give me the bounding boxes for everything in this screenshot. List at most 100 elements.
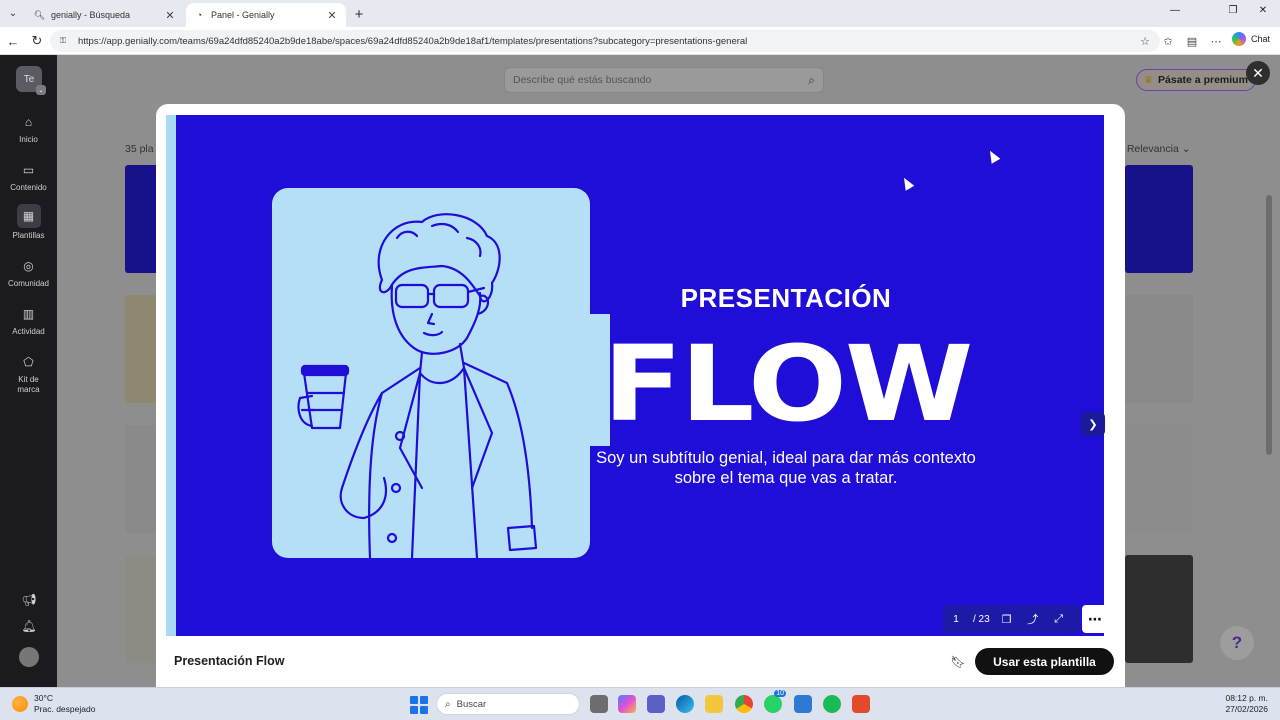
close-preview-icon[interactable]: ✕ [1246, 61, 1270, 85]
community-icon: ◎ [23, 259, 34, 273]
system-clock[interactable]: 08:12 p. m. 27/02/2026 [1218, 693, 1268, 715]
tab-genially-search[interactable]: 🔍︎ genially - Búsqueda ✕ [26, 3, 184, 27]
illustration-card [272, 188, 590, 558]
app-area: Te ⌄ ⌂ Inicio ▭ Contenido ▦ Plantillas ◎… [0, 55, 1280, 687]
favorite-star-icon[interactable]: ☆ [1137, 33, 1153, 49]
tab-list-dropdown-icon[interactable]: ⌄ [4, 4, 22, 22]
weather-widget[interactable]: 30°C Prac. despejado [12, 693, 95, 715]
bookmark-icon[interactable]: 🔖︎ [950, 654, 965, 670]
page-scrollbar[interactable] [1266, 195, 1272, 455]
help-button[interactable]: ? [1220, 626, 1254, 660]
sidebar-item-kit-de-marca[interactable]: ⬠ Kit de marca [0, 352, 57, 395]
refresh-icon[interactable]: ↻ [28, 32, 46, 50]
slide-frame: PRESENTACIÓN FLOW Soy un subtítulo genia… [166, 115, 1104, 636]
chevron-down-icon: ⌄ [36, 85, 46, 95]
notifications-bell-icon[interactable]: 🔔︎ [19, 616, 39, 636]
more-options-icon[interactable]: ⋯ [1082, 605, 1108, 633]
template-preview-modal: PRESENTACIÓN FLOW Soy un subtítulo genia… [156, 104, 1125, 687]
task-view-icon[interactable] [590, 695, 608, 713]
sidebar-item-comunidad[interactable]: ◎ Comunidad [0, 256, 57, 288]
restore-icon[interactable]: ❐ [1218, 5, 1248, 16]
minimize-icon[interactable]: — [1160, 5, 1190, 16]
total-pages: / 23 [973, 613, 990, 625]
sidebar-item-plantillas[interactable]: ▦ Plantillas [0, 204, 57, 240]
sidebar-item-contenido[interactable]: ▭ Contenido [0, 160, 57, 192]
use-template-button[interactable]: Usar esta plantilla [975, 648, 1114, 675]
sidebar-item-inicio[interactable]: ⌂ Inicio [0, 112, 57, 144]
new-tab-icon[interactable]: + [350, 5, 368, 23]
crown-icon: ♛ [1144, 74, 1154, 86]
team-avatar[interactable]: Te ⌄ [16, 66, 46, 95]
share-icon[interactable]: ⤴ [1020, 611, 1046, 627]
sidebar-item-actividad[interactable]: ▥ Actividad [0, 304, 57, 336]
close-tab-icon[interactable]: ✕ [326, 9, 338, 22]
home-icon: ⌂ [24, 115, 33, 129]
template-thumbnail[interactable] [1125, 425, 1193, 533]
sidebar-item-label: Contenido [10, 183, 47, 192]
go-premium-button[interactable]: ♛ Pásate a premium [1136, 69, 1256, 91]
team-initials: Te [23, 73, 35, 85]
close-window-icon[interactable]: ✕ [1248, 5, 1278, 16]
chat-label: Chat [1251, 34, 1271, 44]
teams-icon[interactable] [647, 695, 665, 713]
folder-icon: ▭ [22, 163, 35, 177]
file-explorer-icon[interactable] [705, 695, 723, 713]
taskbar-search[interactable]: ⌕ Buscar [436, 693, 580, 715]
whatsapp-icon[interactable]: 10 [764, 690, 786, 713]
activity-icon: ▥ [22, 307, 35, 321]
browser-tab-strip: ⌄ 🔍︎ genially - Búsqueda ✕ ◔ Panel - Gen… [0, 0, 1280, 27]
premium-label: Pásate a premium [1158, 74, 1248, 86]
spotify-icon[interactable] [823, 695, 841, 713]
search-icon: 🔍︎ [33, 9, 46, 20]
sidebar-item-label: Kit de marca [17, 375, 40, 394]
brand-kit-icon: ⬠ [23, 355, 34, 369]
start-icon[interactable] [410, 696, 428, 714]
close-tab-icon[interactable]: ✕ [164, 9, 176, 22]
chrome-icon[interactable] [735, 695, 753, 713]
fullscreen-icon[interactable]: ⤢ [1046, 613, 1072, 626]
slide-title: PRESENTACIÓN [680, 283, 892, 313]
template-thumbnail[interactable] [1125, 555, 1193, 663]
user-avatar[interactable] [19, 647, 39, 667]
url-field[interactable]: ⚿ https://app.genially.com/teams/69a24df… [50, 30, 1160, 52]
template-count: 35 pla [125, 143, 154, 155]
person-with-coffee-illustration [297, 213, 538, 558]
copilot-chat-button[interactable]: Chat [1232, 32, 1270, 46]
slides-overview-icon[interactable]: ❐ [994, 613, 1020, 626]
address-bar-row: ← ↻ ⚿ https://app.genially.com/teams/69a… [0, 27, 1280, 55]
template-search-input[interactable]: Describe qué estás buscando ⌕ [504, 67, 824, 93]
copilot-app-icon[interactable] [618, 695, 636, 713]
weather-sun-icon [12, 696, 28, 712]
back-icon[interactable]: ← [4, 32, 22, 50]
sidebar-item-label: Plantillas [12, 231, 45, 240]
tab-panel-genially[interactable]: ◔ Panel - Genially ✕ [186, 3, 346, 27]
whatsapp-badge: 10 [774, 690, 786, 697]
chevron-down-icon: ⌄ [1181, 143, 1191, 155]
collections-icon[interactable]: ▤ [1184, 33, 1200, 49]
search-icon: ⌕ [808, 72, 815, 87]
favorites-icon[interactable]: ✩ [1160, 33, 1176, 49]
template-thumbnail[interactable] [1125, 165, 1193, 273]
weather-description: Prac. despejado [34, 704, 96, 714]
app-close-red-icon[interactable] [852, 695, 870, 713]
next-slide-button[interactable]: ❯ [1081, 412, 1105, 436]
taskbar: 30°C Prac. despejado ⌕ Buscar 10 08:12 p… [0, 687, 1280, 720]
current-page[interactable]: 1 [943, 614, 969, 625]
url-text: https://app.genially.com/teams/69a24dfd8… [78, 35, 748, 47]
slide-pager: 1 / 23 ❐ ⤴ ⤢ [943, 605, 1080, 633]
copilot-icon [1232, 32, 1246, 46]
megaphone-icon[interactable]: 📢︎ [19, 590, 39, 610]
templates-icon: ▦ [16, 204, 41, 228]
sort-dropdown[interactable]: : Relevancia ⌄ [1121, 143, 1191, 155]
notepad-icon[interactable] [794, 695, 812, 713]
site-info-icon[interactable]: ⚿ [60, 36, 70, 46]
clock-date: 27/02/2026 [1225, 704, 1268, 714]
edge-icon[interactable] [676, 695, 694, 713]
slide-subtitle: Soy un subtítulo genial, ideal para dar … [596, 449, 976, 487]
temperature: 30°C [34, 693, 53, 703]
more-options-icon[interactable]: ⋯ [1208, 33, 1224, 49]
template-title: Presentación Flow [174, 654, 285, 668]
taskbar-search-placeholder: Buscar [456, 698, 487, 710]
template-thumbnail[interactable] [1125, 295, 1193, 403]
search-placeholder: Describe qué estás buscando [513, 74, 652, 86]
